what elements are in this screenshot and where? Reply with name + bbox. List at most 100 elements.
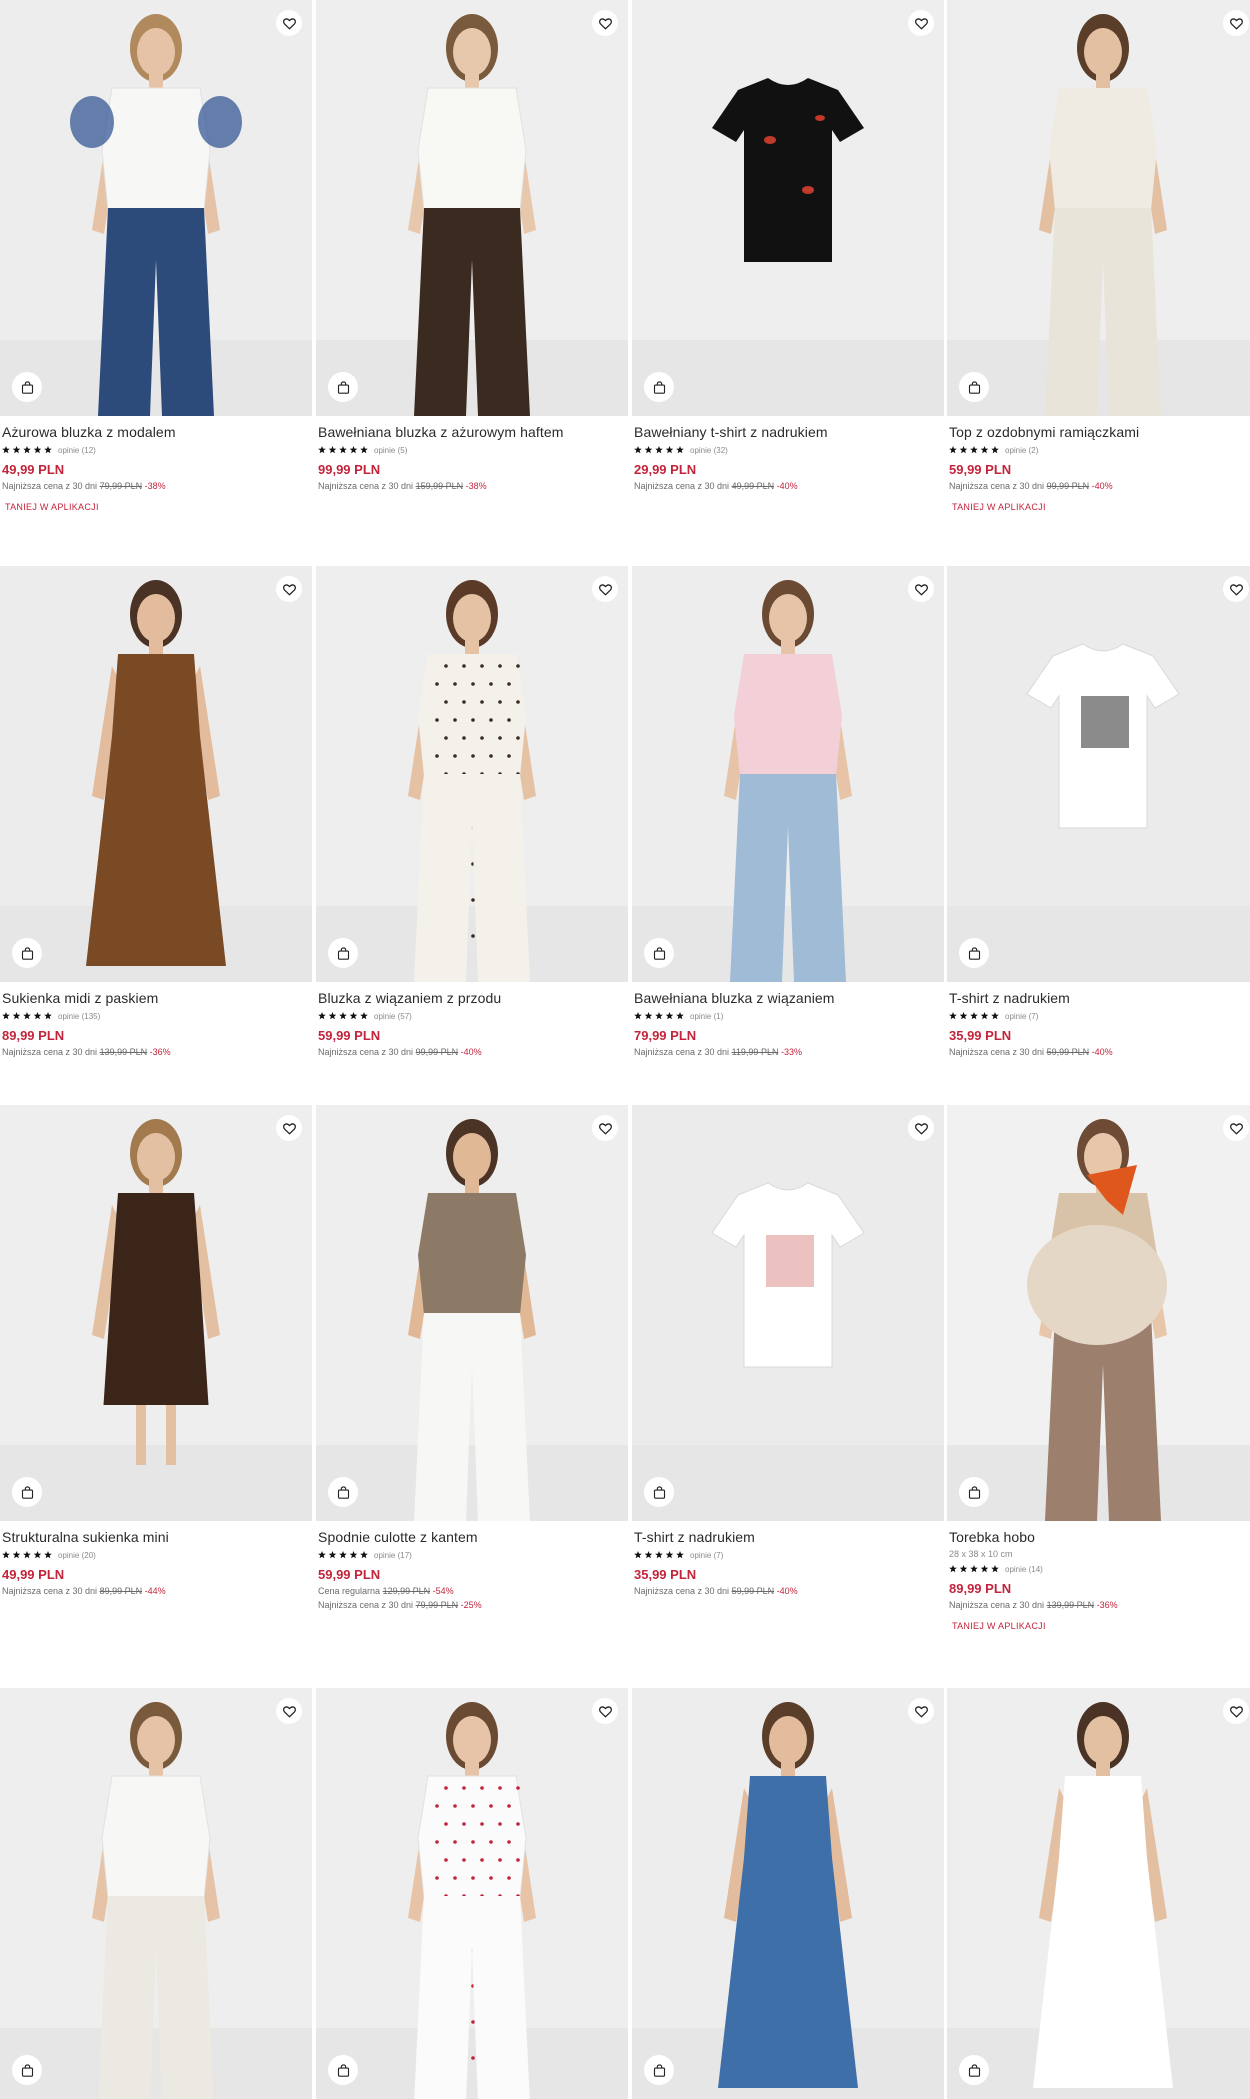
product-title[interactable]: Top z ozdobnymi ramiączkami (949, 424, 1250, 440)
star-icon (23, 446, 31, 454)
product-title[interactable]: Bawełniany t-shirt z nadrukiem (634, 424, 942, 440)
product-title[interactable]: Strukturalna sukienka mini (2, 1529, 310, 1545)
product-info: Bawełniana bluzka z wiązaniem opinie (1) 7… (634, 990, 942, 1057)
product-info: Sukienka midi z paskiem opinie (135) 89,99… (2, 990, 310, 1057)
product-card[interactable] (947, 1688, 1250, 2099)
product-image[interactable] (316, 566, 628, 982)
product-title[interactable]: Bluzka z wiązaniem z przodu (318, 990, 626, 1006)
product-card[interactable]: Torebka hobo 28 x 38 x 10 cm opinie (14) 89… (947, 1105, 1250, 1645)
review-count[interactable]: opinie (17) (374, 1551, 412, 1560)
product-rating: opinie (12) (2, 445, 310, 455)
product-image[interactable] (947, 566, 1250, 982)
regular-price: 129,99 PLN (382, 1586, 431, 1596)
product-title[interactable]: Torebka hobo (949, 1529, 1250, 1545)
product-card[interactable]: Strukturalna sukienka mini opinie (20) 49,… (0, 1105, 312, 1645)
review-count[interactable]: opinie (2) (1005, 446, 1038, 455)
product-title[interactable]: Bawełniana bluzka z wiązaniem (634, 990, 942, 1006)
wishlist-heart-icon[interactable] (908, 1698, 934, 1724)
discount-percent: -33% (780, 1047, 802, 1057)
wishlist-heart-icon[interactable] (276, 1698, 302, 1724)
product-card[interactable]: Bluzka z wiązaniem z przodu opinie (57) 59… (316, 566, 628, 1106)
product-image[interactable] (632, 566, 944, 982)
product-card[interactable]: Bawełniana bluzka z ażurowym haftem opini… (316, 0, 628, 540)
add-to-cart-bag-icon[interactable] (644, 938, 674, 968)
product-image[interactable] (316, 1688, 628, 2099)
product-image[interactable] (632, 1688, 944, 2099)
product-image[interactable] (0, 1688, 312, 2099)
wishlist-heart-icon[interactable] (276, 576, 302, 602)
product-card[interactable]: Top z ozdobnymi ramiączkami opinie (2) 59,… (947, 0, 1250, 540)
wishlist-heart-icon[interactable] (1223, 10, 1249, 36)
add-to-cart-bag-icon[interactable] (959, 2055, 989, 2085)
wishlist-heart-icon[interactable] (908, 576, 934, 602)
sale-price: 59,99 PLN (318, 1028, 381, 1043)
wishlist-heart-icon[interactable] (592, 576, 618, 602)
product-card[interactable]: T-shirt z nadrukiem opinie (7) 35,99 PLN Na… (947, 566, 1250, 1106)
product-card[interactable] (632, 1688, 944, 2099)
wishlist-heart-icon[interactable] (908, 1115, 934, 1141)
review-count[interactable]: opinie (7) (690, 1551, 723, 1560)
add-to-cart-bag-icon[interactable] (959, 372, 989, 402)
product-image[interactable] (0, 0, 312, 416)
product-image[interactable] (316, 1105, 628, 1521)
product-card[interactable] (0, 1688, 312, 2099)
review-count[interactable]: opinie (12) (58, 446, 96, 455)
product-card[interactable]: Ażurowa bluzka z modalem opinie (12) 49,99… (0, 0, 312, 540)
product-title[interactable]: Bawełniana bluzka z ażurowym haftem (318, 424, 626, 440)
review-count[interactable]: opinie (1) (690, 1012, 723, 1021)
add-to-cart-bag-icon[interactable] (644, 2055, 674, 2085)
wishlist-heart-icon[interactable] (1223, 1698, 1249, 1724)
wishlist-heart-icon[interactable] (908, 10, 934, 36)
product-image[interactable] (632, 0, 944, 416)
add-to-cart-bag-icon[interactable] (959, 1477, 989, 1507)
add-to-cart-bag-icon[interactable] (12, 938, 42, 968)
product-image[interactable] (0, 1105, 312, 1521)
wishlist-heart-icon[interactable] (276, 1115, 302, 1141)
add-to-cart-bag-icon[interactable] (12, 1477, 42, 1507)
lowest-price-note: Najniższa cena z 30 dni 119,99 PLN -33% (634, 1047, 942, 1057)
product-card[interactable]: Spodnie culotte z kantem opinie (17) 59,99… (316, 1105, 628, 1645)
add-to-cart-bag-icon[interactable] (328, 372, 358, 402)
product-card[interactable]: Sukienka midi z paskiem opinie (135) 89,99… (0, 566, 312, 1106)
product-image[interactable] (0, 566, 312, 982)
product-title[interactable]: Sukienka midi z paskiem (2, 990, 310, 1006)
product-image[interactable] (316, 0, 628, 416)
product-image[interactable] (947, 1105, 1250, 1521)
product-image[interactable] (947, 1688, 1250, 2099)
wishlist-heart-icon[interactable] (1223, 576, 1249, 602)
add-to-cart-bag-icon[interactable] (328, 938, 358, 968)
wishlist-heart-icon[interactable] (276, 10, 302, 36)
wishlist-heart-icon[interactable] (592, 1115, 618, 1141)
wishlist-heart-icon[interactable] (1223, 1115, 1249, 1141)
product-card[interactable]: T-shirt z nadrukiem opinie (7) 35,99 PLN Na… (632, 1105, 944, 1645)
product-image[interactable] (632, 1105, 944, 1521)
product-title[interactable]: Ażurowa bluzka z modalem (2, 424, 310, 440)
add-to-cart-bag-icon[interactable] (328, 2055, 358, 2085)
lowest-price-label: Najniższa cena z 30 dni (949, 481, 1045, 491)
product-card[interactable] (316, 1688, 628, 2099)
add-to-cart-bag-icon[interactable] (644, 1477, 674, 1507)
product-image[interactable] (947, 0, 1250, 416)
review-count[interactable]: opinie (32) (690, 446, 728, 455)
product-card[interactable]: Bawełniana bluzka z wiązaniem opinie (1) 7… (632, 566, 944, 1106)
product-title[interactable]: T-shirt z nadrukiem (634, 1529, 942, 1545)
review-count[interactable]: opinie (5) (374, 446, 407, 455)
review-count[interactable]: opinie (20) (58, 1551, 96, 1560)
review-count[interactable]: opinie (14) (1005, 1565, 1043, 1574)
lowest-price-note: Najniższa cena z 30 dni 59,99 PLN -40% (634, 1586, 942, 1596)
review-count[interactable]: opinie (7) (1005, 1012, 1038, 1021)
old-price: 49,99 PLN (731, 481, 775, 491)
add-to-cart-bag-icon[interactable] (644, 372, 674, 402)
add-to-cart-bag-icon[interactable] (12, 372, 42, 402)
review-count[interactable]: opinie (57) (374, 1012, 412, 1021)
wishlist-heart-icon[interactable] (592, 10, 618, 36)
product-card[interactable]: Bawełniany t-shirt z nadrukiem opinie (32… (632, 0, 944, 540)
product-title[interactable]: T-shirt z nadrukiem (949, 990, 1250, 1006)
review-count[interactable]: opinie (135) (58, 1012, 100, 1021)
add-to-cart-bag-icon[interactable] (328, 1477, 358, 1507)
star-icon (665, 1551, 674, 1559)
product-title[interactable]: Spodnie culotte z kantem (318, 1529, 626, 1545)
add-to-cart-bag-icon[interactable] (12, 2055, 42, 2085)
wishlist-heart-icon[interactable] (592, 1698, 618, 1724)
add-to-cart-bag-icon[interactable] (959, 938, 989, 968)
